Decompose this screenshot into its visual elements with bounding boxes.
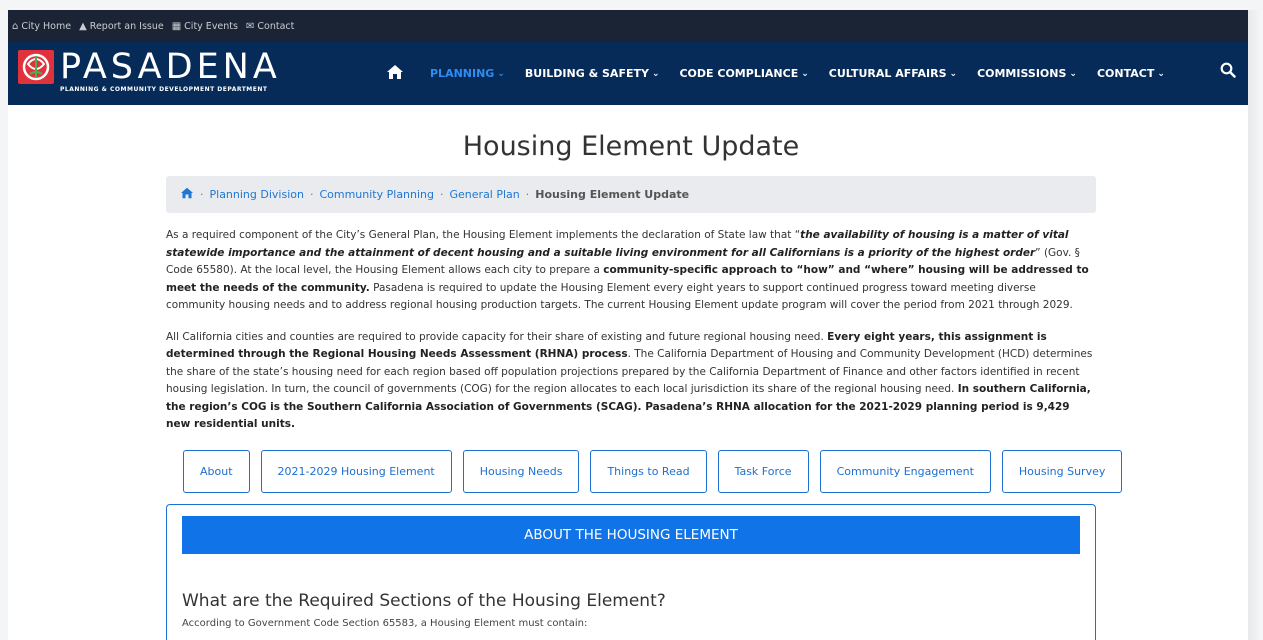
intro-paragraph: As a required component of the City’s Ge…	[166, 227, 1096, 315]
panel-question: What are the Required Sections of the Ho…	[182, 590, 666, 611]
report-issue-link[interactable]: ▲ Report an Issue	[79, 21, 164, 32]
city-events-label: City Events	[184, 20, 238, 32]
nav-commissions-label: COMMISSIONS	[977, 67, 1067, 80]
page-title: Housing Element Update	[462, 131, 800, 162]
nav-contact-label: CONTACT	[1096, 67, 1155, 80]
rhna-text-1: All California cities and counties are r…	[166, 330, 828, 343]
about-panel: ABOUT THE HOUSING ELEMENT What are the R…	[166, 503, 1096, 640]
chevron-down-icon: ⌄	[801, 68, 809, 79]
breadcrumb-separator: ·	[440, 188, 444, 201]
browser-viewport: ⌂ City Home ▲ Report an Issue ▦ City Eve…	[0, 0, 1263, 640]
tab-housing-element[interactable]: 2021-2029 Housing Element	[260, 449, 452, 493]
breadcrumb-current: Housing Element Update	[535, 188, 690, 201]
panel-heading: ABOUT THE HOUSING ELEMENT	[182, 515, 1080, 554]
chevron-down-icon: ⌄	[497, 68, 505, 79]
city-home-label: City Home	[21, 20, 72, 32]
page-edge-shadow	[1248, 10, 1263, 640]
breadcrumb-separator: ·	[309, 188, 314, 201]
nav-code-compliance[interactable]: CODE COMPLIANCE ⌄	[679, 67, 808, 80]
tab-community-engagement[interactable]: Community Engagement	[819, 449, 991, 493]
contact-link[interactable]: ✉ Contact	[246, 21, 294, 32]
breadcrumb-community-planning[interactable]: Community Planning	[319, 188, 434, 201]
nav-building-safety[interactable]: BUILDING & SAFETY ⌄	[525, 67, 660, 80]
rose-logo-icon	[18, 50, 54, 84]
nav-menu: PLANNING ⌄ BUILDING & SAFETY ⌄ CODE COMPLI…	[386, 42, 1185, 105]
nav-cultural-affairs-label: CULTURAL AFFAIRS	[828, 67, 947, 80]
report-issue-label: Report an Issue	[89, 20, 164, 32]
breadcrumb: · Planning Division · Community Planning…	[166, 176, 1096, 213]
breadcrumb-planning-division[interactable]: Planning Division	[210, 188, 304, 201]
warning-icon: ▲	[79, 20, 87, 32]
city-events-link[interactable]: ▦ City Events	[172, 21, 238, 32]
chevron-down-icon: ⌄	[1069, 68, 1077, 79]
pasadena-logo[interactable]: PASADENA PLANNING & COMMUNITY DEVELOPMEN…	[18, 50, 318, 98]
nav-building-safety-label: BUILDING & SAFETY	[524, 67, 649, 80]
logo-wordmark: PASADENA	[60, 47, 281, 87]
rhna-paragraph: All California cities and counties are r…	[166, 329, 1096, 434]
nav-cultural-affairs[interactable]: CULTURAL AFFAIRS ⌄	[829, 67, 957, 80]
chevron-down-icon: ⌄	[949, 68, 958, 79]
utility-bar: ⌂ City Home ▲ Report an Issue ▦ City Eve…	[8, 10, 1248, 42]
tab-task-force[interactable]: Task Force	[717, 449, 809, 493]
nav-planning-label: PLANNING	[430, 67, 495, 80]
breadcrumb-separator: ·	[200, 188, 204, 201]
home-icon: ⌂	[12, 20, 19, 32]
nav-planning[interactable]: PLANNING ⌄	[430, 67, 505, 80]
nav-code-compliance-label: CODE COMPLIANCE	[679, 67, 799, 80]
contact-label: Contact	[257, 20, 295, 32]
envelope-icon: ✉	[245, 20, 255, 32]
logo-subtitle: PLANNING & COMMUNITY DEVELOPMENT DEPARTM…	[60, 86, 268, 93]
panel-text: According to Government Code Section 655…	[182, 617, 588, 629]
city-home-link[interactable]: ⌂ City Home	[12, 21, 71, 32]
chevron-down-icon: ⌄	[651, 68, 660, 79]
nav-commissions[interactable]: COMMISSIONS ⌄	[977, 67, 1077, 80]
breadcrumb-home-icon[interactable]	[180, 187, 194, 203]
breadcrumb-separator: ·	[525, 188, 530, 201]
tab-about[interactable]: About	[183, 449, 250, 493]
main-content: Housing Element Update · Planning Divisi…	[166, 105, 1123, 640]
chevron-down-icon: ⌄	[1157, 68, 1165, 79]
main-navigation: PASADENA PLANNING & COMMUNITY DEVELOPMEN…	[8, 42, 1248, 105]
tab-housing-needs[interactable]: Housing Needs	[462, 449, 580, 493]
intro-text-1: As a required component of the City’s Ge…	[166, 229, 801, 241]
page: ⌂ City Home ▲ Report an Issue ▦ City Eve…	[8, 10, 1248, 640]
tab-things-to-read[interactable]: Things to Read	[590, 449, 707, 493]
section-tabs: About 2021-2029 Housing Element Housing …	[166, 449, 1123, 493]
nav-contact[interactable]: CONTACT ⌄	[1097, 67, 1165, 80]
search-icon[interactable]	[1220, 62, 1236, 82]
breadcrumb-general-plan[interactable]: General Plan	[450, 188, 520, 201]
tab-housing-survey[interactable]: Housing Survey	[1001, 449, 1123, 493]
nav-home-icon[interactable]	[386, 63, 404, 85]
calendar-icon: ▦	[171, 20, 182, 32]
